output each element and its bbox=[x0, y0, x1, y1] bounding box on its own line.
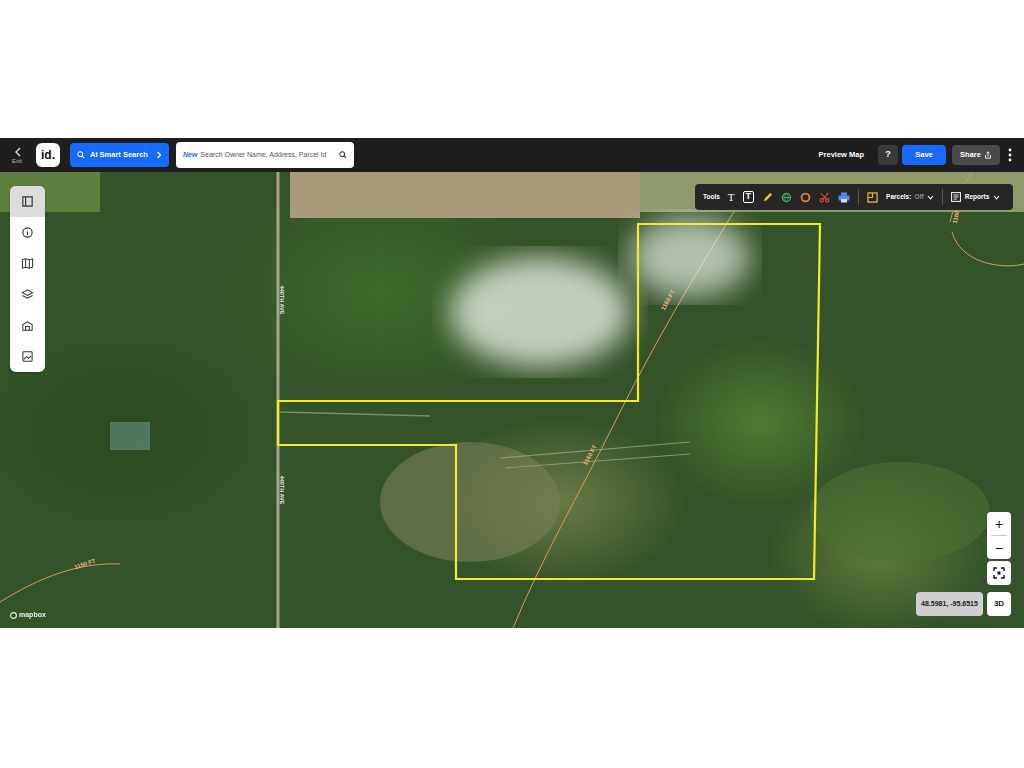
map-icon bbox=[21, 257, 34, 270]
building-icon bbox=[21, 319, 34, 332]
search-input[interactable] bbox=[200, 150, 336, 161]
fit-bounds-icon bbox=[993, 567, 1005, 579]
smart-search-button[interactable]: AI Smart Search bbox=[70, 143, 169, 167]
parcels-value: Off bbox=[914, 192, 923, 202]
parcel-boundary[interactable] bbox=[278, 224, 820, 579]
chevron-right-icon bbox=[156, 151, 162, 159]
left-tool-button[interactable] bbox=[10, 279, 45, 310]
map-canvas bbox=[0, 172, 1024, 628]
share-button[interactable]: Share bbox=[952, 145, 1000, 165]
contour-label: 1160 bbox=[952, 210, 961, 224]
info-icon bbox=[21, 226, 34, 239]
scissors-icon[interactable] bbox=[819, 192, 830, 203]
zoom-in-button[interactable]: + bbox=[987, 512, 1011, 535]
back-arrow-icon bbox=[14, 147, 21, 157]
reports-dropdown[interactable]: Reports bbox=[951, 192, 1001, 202]
dropdown-icon bbox=[927, 195, 934, 200]
top-bar: Exit id. AI Smart Search New Preview Map… bbox=[0, 138, 1024, 172]
help-button[interactable]: ? bbox=[878, 145, 898, 165]
left-tool-button[interactable] bbox=[10, 217, 45, 248]
road-label: 440TH AVE bbox=[278, 286, 284, 315]
tools-panel: Tools T T Parcels: Off Reports bbox=[695, 184, 1013, 210]
preview-map-button[interactable]: Preview Map bbox=[819, 149, 864, 160]
logo[interactable]: id. bbox=[36, 143, 60, 167]
share-label: Share bbox=[960, 149, 981, 160]
mapbox-logo-icon bbox=[10, 612, 17, 619]
zoom-control: + − bbox=[987, 512, 1011, 559]
save-button[interactable]: Save bbox=[902, 145, 946, 165]
tools-label: Tools bbox=[703, 192, 720, 202]
search-field: New bbox=[176, 142, 354, 168]
attribution-label: mapbox bbox=[19, 610, 46, 621]
reports-label: Reports bbox=[965, 192, 990, 202]
parcels-toggle[interactable]: Parcels: Off bbox=[886, 192, 934, 202]
image-icon bbox=[21, 350, 34, 363]
parcel-icon[interactable] bbox=[867, 192, 878, 203]
left-tool-button[interactable] bbox=[10, 341, 45, 372]
smart-search-label: AI Smart Search bbox=[90, 149, 148, 160]
left-tool-button[interactable] bbox=[10, 248, 45, 279]
printer-icon[interactable] bbox=[838, 192, 850, 203]
more-menu-icon[interactable] bbox=[1008, 148, 1012, 162]
contour-label: 1160 FT bbox=[660, 289, 676, 311]
map-view[interactable]: Tools T T Parcels: Off Reports + − 48.59… bbox=[0, 172, 1024, 628]
dropdown-icon bbox=[993, 195, 1000, 200]
globe-icon[interactable] bbox=[781, 192, 792, 203]
exit-label: Exit bbox=[12, 158, 22, 164]
zoom-out-button[interactable]: − bbox=[987, 536, 1011, 559]
panel-icon bbox=[21, 195, 34, 208]
radius-icon[interactable] bbox=[800, 192, 811, 203]
road-label: 440TH AVE bbox=[278, 476, 284, 505]
contour-label: 1150 FT bbox=[74, 558, 97, 571]
left-tool-button[interactable] bbox=[10, 310, 45, 341]
reports-icon bbox=[951, 192, 961, 202]
parcels-label: Parcels: bbox=[886, 192, 911, 202]
coordinates-readout: 48.5981, -95.6515 bbox=[916, 592, 983, 616]
3d-view-button[interactable]: 3D bbox=[987, 592, 1011, 616]
fit-bounds-button[interactable] bbox=[987, 561, 1011, 585]
label-tool[interactable]: T bbox=[743, 191, 755, 203]
layers-icon bbox=[21, 288, 34, 301]
left-toolbar bbox=[10, 186, 45, 372]
search-icon[interactable] bbox=[339, 151, 347, 159]
mapbox-attribution[interactable]: mapbox bbox=[10, 610, 46, 621]
text-tool[interactable]: T bbox=[728, 189, 735, 206]
share-icon bbox=[984, 151, 992, 159]
contour-label: 1160 FT bbox=[582, 444, 598, 466]
pencil-icon[interactable] bbox=[762, 192, 773, 203]
search-icon bbox=[77, 151, 85, 159]
left-tool-button[interactable] bbox=[10, 186, 45, 217]
exit-button[interactable]: Exit bbox=[6, 147, 28, 164]
new-badge: New bbox=[183, 150, 197, 161]
